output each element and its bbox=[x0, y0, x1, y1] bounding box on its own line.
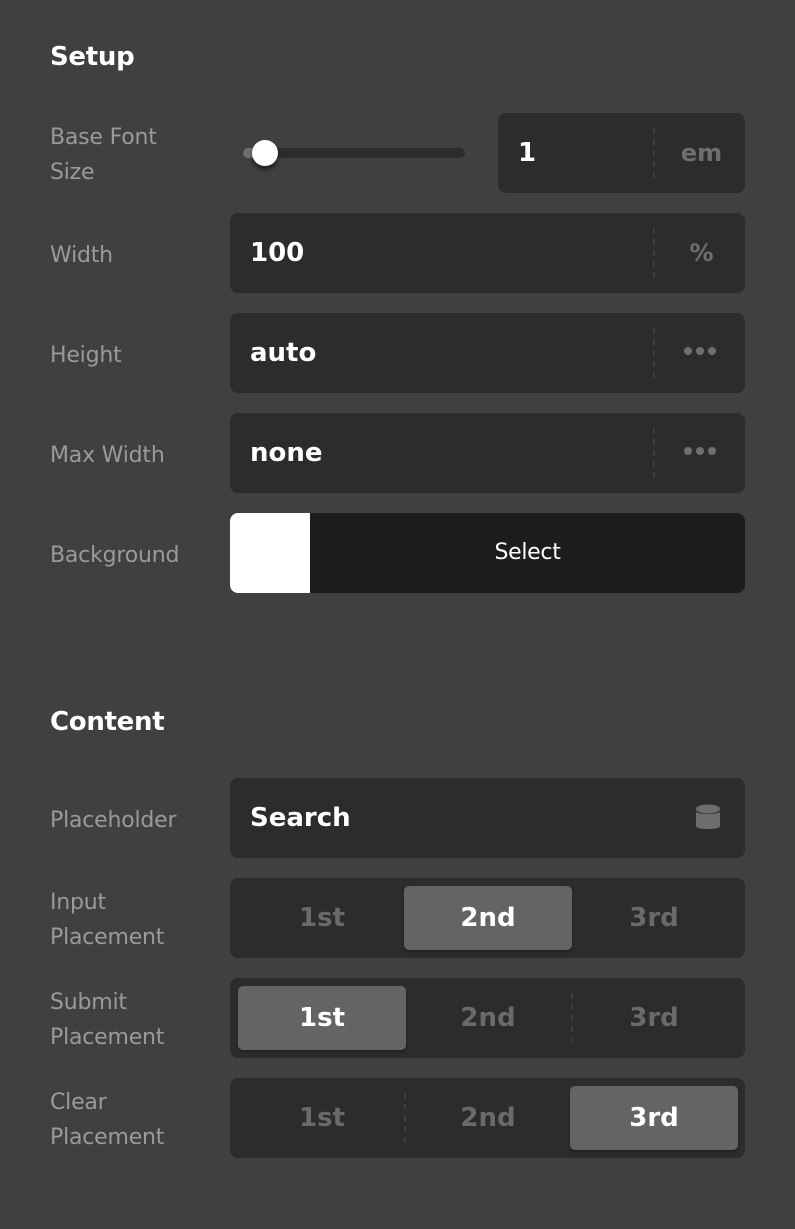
unit-percent-button[interactable]: % bbox=[658, 213, 745, 293]
input-placement-label-line1: Input bbox=[50, 890, 106, 915]
submit-placement-label-line1: Submit bbox=[50, 990, 127, 1015]
clear-placement-option-3rd[interactable]: 3rd bbox=[570, 1086, 738, 1150]
database-icon[interactable] bbox=[695, 803, 721, 833]
field-divider bbox=[653, 328, 655, 378]
base-font-size-slider[interactable] bbox=[243, 140, 465, 166]
submit-placement-segmented[interactable]: 1st 2nd 3rd bbox=[230, 978, 745, 1058]
clear-placement-segmented[interactable]: 1st 2nd 3rd bbox=[230, 1078, 745, 1158]
slider-thumb[interactable] bbox=[252, 140, 279, 166]
submit-placement-label-line2: Placement bbox=[50, 1025, 165, 1050]
clear-placement-label: Clear Placement bbox=[50, 1085, 164, 1155]
color-swatch[interactable] bbox=[230, 513, 310, 593]
clear-placement-label-line1: Clear bbox=[50, 1090, 107, 1115]
base-font-size-label: Base Font Size bbox=[50, 120, 157, 190]
submit-placement-label: Submit Placement bbox=[50, 985, 164, 1055]
width-label: Width bbox=[50, 243, 113, 268]
placeholder-label: Placeholder bbox=[50, 808, 177, 833]
base-font-size-label-line1: Base Font bbox=[50, 125, 157, 150]
max-width-field[interactable]: none bbox=[230, 413, 745, 493]
more-dots-icon[interactable] bbox=[684, 347, 716, 355]
input-placement-segmented[interactable]: 1st 2nd 3rd bbox=[230, 878, 745, 958]
placeholder-value[interactable]: Search bbox=[250, 778, 351, 858]
base-font-size-field[interactable]: 1 em bbox=[498, 113, 745, 193]
clear-placement-option-2nd[interactable]: 2nd bbox=[404, 1086, 572, 1150]
clear-placement-option-1st[interactable]: 1st bbox=[238, 1086, 406, 1150]
more-dots-icon[interactable] bbox=[684, 447, 716, 455]
background-color-picker[interactable]: Select bbox=[230, 513, 745, 593]
background-label: Background bbox=[50, 543, 180, 568]
base-font-size-value[interactable]: 1 bbox=[518, 113, 536, 193]
base-font-size-label-line2: Size bbox=[50, 160, 95, 185]
max-width-value[interactable]: none bbox=[250, 413, 323, 493]
placeholder-field[interactable]: Search bbox=[230, 778, 745, 858]
input-placement-label: Input Placement bbox=[50, 885, 164, 955]
max-width-label: Max Width bbox=[50, 443, 165, 468]
input-placement-option-1st[interactable]: 1st bbox=[238, 886, 406, 950]
width-field[interactable]: 100 % bbox=[230, 213, 745, 293]
width-value[interactable]: 100 bbox=[250, 213, 304, 293]
field-divider bbox=[653, 228, 655, 278]
section-title-content: Content bbox=[50, 707, 165, 737]
submit-placement-option-1st[interactable]: 1st bbox=[238, 986, 406, 1050]
field-divider bbox=[653, 428, 655, 478]
section-title-setup: Setup bbox=[50, 42, 135, 72]
select-color-button[interactable]: Select bbox=[310, 513, 745, 593]
unit-em-button[interactable]: em bbox=[658, 113, 745, 193]
input-placement-option-2nd[interactable]: 2nd bbox=[404, 886, 572, 950]
field-divider bbox=[653, 128, 655, 178]
input-placement-option-3rd[interactable]: 3rd bbox=[570, 886, 738, 950]
height-value[interactable]: auto bbox=[250, 313, 316, 393]
submit-placement-option-2nd[interactable]: 2nd bbox=[404, 986, 572, 1050]
input-placement-label-line2: Placement bbox=[50, 925, 165, 950]
height-field[interactable]: auto bbox=[230, 313, 745, 393]
height-label: Height bbox=[50, 343, 122, 368]
submit-placement-option-3rd[interactable]: 3rd bbox=[570, 986, 738, 1050]
clear-placement-label-line2: Placement bbox=[50, 1125, 165, 1150]
